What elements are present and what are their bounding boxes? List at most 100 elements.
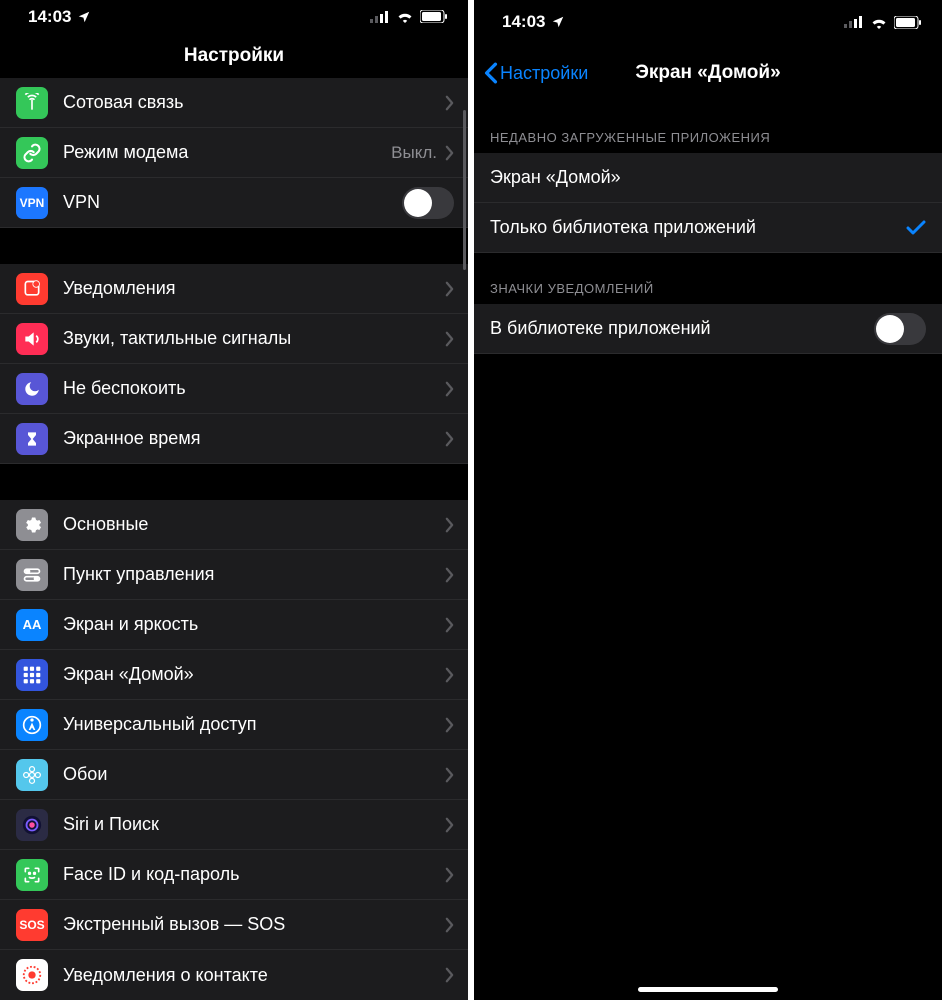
row-hotspot[interactable]: Режим модемаВыкл. — [0, 128, 468, 178]
exposure-icon — [16, 959, 48, 991]
row-exposure[interactable]: Уведомления о контакте — [0, 950, 468, 1000]
status-time: 14:03 — [28, 7, 71, 27]
chevron-left-icon — [484, 62, 498, 84]
scroll-indicator[interactable] — [463, 110, 466, 270]
group-gap — [0, 464, 468, 500]
chevron-right-icon — [445, 767, 454, 783]
location-icon — [77, 10, 91, 24]
row-cellular[interactable]: Сотовая связь — [0, 78, 468, 128]
flower-icon — [16, 759, 48, 791]
row-notifications[interactable]: Уведомления — [0, 264, 468, 314]
status-time: 14:03 — [502, 12, 545, 32]
chevron-right-icon — [445, 717, 454, 733]
chevron-right-icon — [445, 817, 454, 833]
cellular-icon — [844, 16, 864, 28]
back-button[interactable]: Настройки — [484, 62, 588, 84]
chevron-right-icon — [445, 517, 454, 533]
row-label: Звуки, тактильные сигналы — [63, 328, 445, 349]
cellular-icon — [370, 11, 390, 23]
hourglass-icon — [16, 423, 48, 455]
settings-screen-right: 14:03 Настройки Экран «Домой» НЕДАВНО ЗА… — [474, 0, 942, 1000]
row-label: Экран «Домой» — [63, 664, 445, 685]
row-siri[interactable]: Siri и Поиск — [0, 800, 468, 850]
chevron-right-icon — [445, 145, 454, 161]
status-bar: 14:03 — [0, 0, 468, 34]
toggle-off[interactable] — [874, 313, 926, 345]
textsize-icon: AA — [16, 609, 48, 641]
sounds-icon — [16, 323, 48, 355]
check-icon — [906, 220, 926, 236]
row-label: Универсальный доступ — [63, 714, 445, 735]
gear-icon — [16, 509, 48, 541]
row-vpn[interactable]: VPN VPN — [0, 178, 468, 228]
sos-icon: SOS — [16, 909, 48, 941]
row-value: Выкл. — [391, 143, 437, 163]
chevron-right-icon — [445, 667, 454, 683]
row-wallpaper[interactable]: Обои — [0, 750, 468, 800]
wifi-icon — [396, 10, 414, 23]
home-screen-settings-list[interactable]: НЕДАВНО ЗАГРУЖЕННЫЕ ПРИЛОЖЕНИЯ Экран «Дом… — [474, 102, 942, 354]
row-label: Уведомления — [63, 278, 445, 299]
wifi-icon — [870, 16, 888, 29]
chevron-right-icon — [445, 617, 454, 633]
row-sounds[interactable]: Звуки, тактильные сигналы — [0, 314, 468, 364]
accessibility-icon — [16, 709, 48, 741]
row-screentime[interactable]: Экранное время — [0, 414, 468, 464]
row-label: Только библиотека приложений — [490, 217, 906, 238]
group-gap — [0, 228, 468, 264]
home-indicator[interactable] — [638, 987, 778, 992]
row-opt-app-library[interactable]: Только библиотека приложений — [474, 203, 942, 253]
row-label: Экран «Домой» — [490, 167, 926, 188]
nav-bar: Настройки Экран «Домой» — [474, 44, 942, 102]
antenna-icon — [16, 87, 48, 119]
row-label: Уведомления о контакте — [63, 965, 445, 986]
grid-icon — [16, 659, 48, 691]
row-label: Сотовая связь — [63, 92, 445, 113]
back-label: Настройки — [500, 63, 588, 84]
nav-bar: Настройки — [0, 34, 468, 78]
battery-icon — [420, 10, 448, 23]
row-label: Обои — [63, 764, 445, 785]
row-label: Siri и Поиск — [63, 814, 445, 835]
row-label: Экранное время — [63, 428, 445, 449]
location-icon — [551, 15, 565, 29]
settings-list[interactable]: Сотовая связь Режим модемаВыкл. VPN VPN Увед… — [0, 78, 468, 1000]
row-opt-home-screen[interactable]: Экран «Домой» — [474, 153, 942, 203]
toggle-off[interactable] — [402, 187, 454, 219]
vpn-icon: VPN — [16, 187, 48, 219]
row-sos[interactable]: SOS Экстренный вызов — SOS — [0, 900, 468, 950]
row-display[interactable]: AA Экран и яркость — [0, 600, 468, 650]
row-home-screen[interactable]: Экран «Домой» — [0, 650, 468, 700]
chevron-right-icon — [445, 867, 454, 883]
chevron-right-icon — [445, 95, 454, 111]
link-icon — [16, 137, 48, 169]
chevron-right-icon — [445, 281, 454, 297]
chevron-right-icon — [445, 431, 454, 447]
chevron-right-icon — [445, 381, 454, 397]
section-header-recent: НЕДАВНО ЗАГРУЖЕННЫЕ ПРИЛОЖЕНИЯ — [474, 102, 942, 153]
row-dnd[interactable]: Не беспокоить — [0, 364, 468, 414]
row-label: Экстренный вызов — SOS — [63, 914, 445, 935]
row-faceid[interactable]: Face ID и код-пароль — [0, 850, 468, 900]
row-label: Экран и яркость — [63, 614, 445, 635]
row-label: VPN — [63, 192, 402, 213]
battery-icon — [894, 16, 922, 29]
chevron-right-icon — [445, 917, 454, 933]
chevron-right-icon — [445, 567, 454, 583]
siri-icon — [16, 809, 48, 841]
row-control-center[interactable]: Пункт управления — [0, 550, 468, 600]
row-accessibility[interactable]: Универсальный доступ — [0, 700, 468, 750]
chevron-right-icon — [445, 331, 454, 347]
status-bar: 14:03 — [474, 0, 942, 44]
row-label: В библиотеке приложений — [490, 318, 874, 339]
row-badges-in-library[interactable]: В библиотеке приложений — [474, 304, 942, 354]
row-label: Режим модема — [63, 142, 391, 163]
row-general[interactable]: Основные — [0, 500, 468, 550]
page-title: Экран «Домой» — [635, 62, 780, 84]
section-header-badges: ЗНАЧКИ УВЕДОМЛЕНИЙ — [474, 253, 942, 304]
page-title: Настройки — [184, 45, 284, 67]
switches-icon — [16, 559, 48, 591]
row-label: Пункт управления — [63, 564, 445, 585]
row-label: Не беспокоить — [63, 378, 445, 399]
chevron-right-icon — [445, 967, 454, 983]
